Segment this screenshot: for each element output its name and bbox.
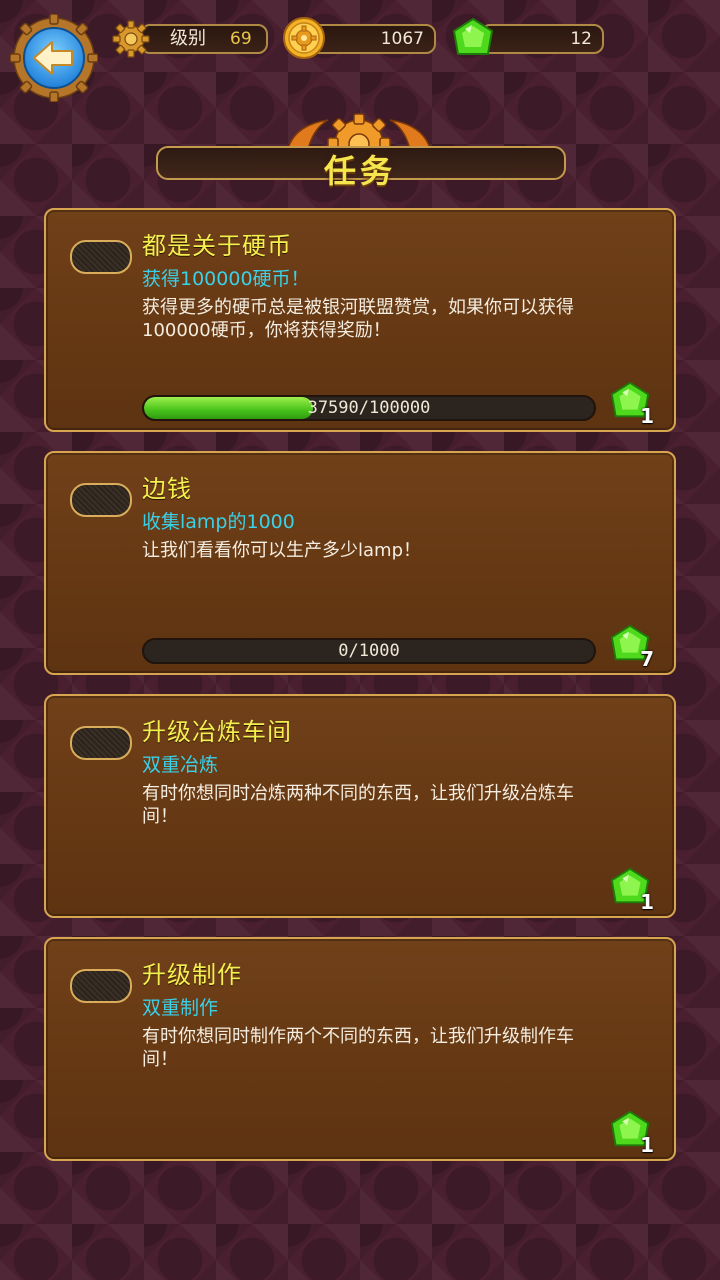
quest-progress-text: 0/1000 [338,641,400,661]
quest-reward: 1 [608,380,656,428]
quest-subtitle: 收集lamp的1000 [142,511,295,533]
quest-title: 边钱 [142,475,192,503]
back-button[interactable] [10,14,98,102]
level-label: 级别 [170,28,206,49]
quest-reward-count: 1 [640,1133,654,1157]
quest-reward: 7 [608,623,656,671]
quest-subtitle: 获得100000硬币！ [142,268,310,290]
level-value: 69 [230,29,252,49]
quest-reward-count: 1 [640,404,654,428]
quest-toggle[interactable] [70,726,132,760]
quest-description: 让我们看看你可以生产多少lamp！ [142,540,421,561]
quest-reward-count: 1 [640,890,654,914]
quest-title: 升级冶炼车间 [142,718,292,746]
quest-card: 升级冶炼车间 双重冶炼 有时你想同时冶炼两种不同的东西，让我们升级冶炼车间！ 1 [44,694,676,918]
quest-reward-count: 7 [640,647,654,671]
quest-toggle[interactable] [70,240,132,274]
green-gem-icon [452,17,494,55]
quest-subtitle: 双重制作 [142,997,219,1019]
quest-card: 边钱 收集lamp的1000 让我们看看你可以生产多少lamp！ 0/1000 … [44,451,676,675]
page-title: 任务 [323,152,396,190]
quest-description: 有时你想同时冶炼两种不同的东西，让我们升级冶炼车间！ [142,783,574,827]
back-arrow-icon [10,14,98,102]
quest-description: 有时你想同时制作两个不同的东西，让我们升级制作车间！ [142,1026,574,1070]
gem-count: 12 [570,29,592,49]
coin-icon [283,17,325,59]
gem-display: 12 [480,24,604,54]
quest-toggle[interactable] [70,969,132,1003]
quest-progress-bar: 0/1000 [142,638,596,664]
quest-reward: 1 [608,866,656,914]
quest-toggle[interactable] [70,483,132,517]
coin-count: 1067 [380,29,424,49]
quest-title: 都是关于硬币 [142,232,292,260]
quest-reward: 1 [608,1109,656,1157]
quest-card: 都是关于硬币 获得100000硬币！ 获得更多的硬币总是被银河联盟赞赏，如果你可… [44,208,676,432]
quest-card: 升级制作 双重制作 有时你想同时制作两个不同的东西，让我们升级制作车间！ 1 [44,937,676,1161]
coin-display: 1067 [308,24,436,54]
gear-icon [112,20,150,58]
quest-subtitle: 双重冶炼 [142,754,219,776]
quest-progress-text: 37590/100000 [307,398,431,418]
quest-description: 获得更多的硬币总是被银河联盟赞赏，如果你可以获得100000硬币，你将获得奖励！ [142,297,574,341]
quest-title: 升级制作 [142,961,242,989]
level-display: 级别 69 [140,24,268,54]
quest-progress-bar: 37590/100000 [142,395,596,421]
